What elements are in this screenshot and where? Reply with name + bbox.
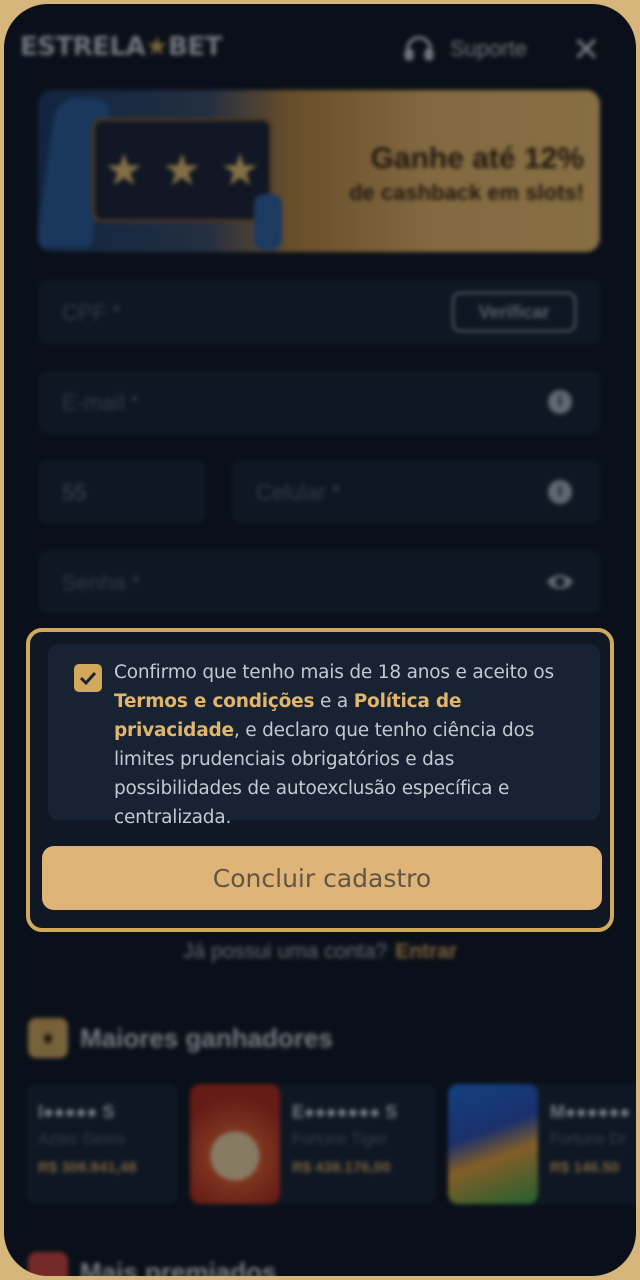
app-frame: ESTRELA★BET Suporte ✕ ★ ★ ★ Ganhe até 12… — [4, 4, 636, 1276]
terms-text: Confirmo que tenho mais de 18 anos e ace… — [114, 658, 584, 832]
terms-panel: Confirmo que tenho mais de 18 anos e ace… — [48, 644, 600, 828]
terms-checkbox[interactable] — [74, 664, 102, 692]
checkmark-icon — [79, 671, 97, 686]
consent-highlight-box: Confirmo que tenho mais de 18 anos e ace… — [26, 628, 614, 932]
terms-text-1: Confirmo que tenho mais de 18 anos e ace… — [114, 662, 554, 683]
terms-text-2: e a — [314, 691, 354, 712]
terms-link[interactable]: Termos e condições — [114, 691, 315, 712]
submit-button[interactable]: Concluir cadastro — [42, 846, 602, 910]
